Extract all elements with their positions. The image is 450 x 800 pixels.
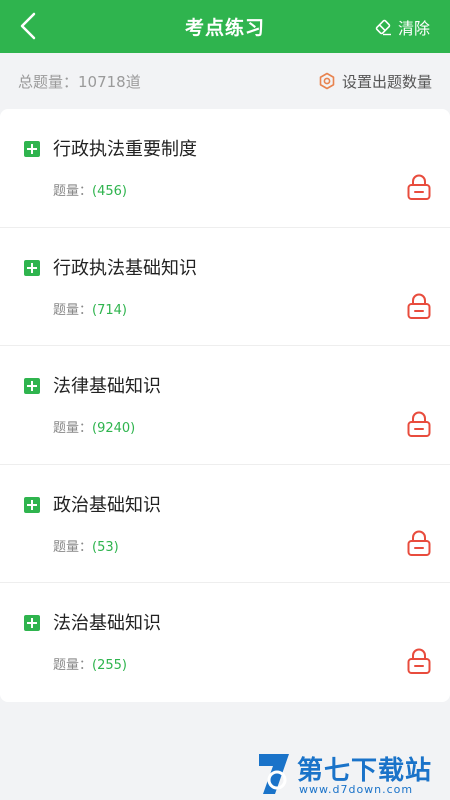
watermark: 第七下载站 www.d7down.com [255, 750, 445, 800]
watermark-url: www.d7down.com [299, 783, 414, 796]
lock-icon[interactable] [406, 529, 432, 557]
count-label: 题量： [53, 539, 93, 555]
plus-square-icon[interactable] [24, 378, 40, 395]
page-title: 考点练习 [184, 17, 265, 39]
topic-title: 政治基础知识 [53, 494, 161, 516]
topic-count: 题量：(255) [53, 654, 127, 673]
lock-icon[interactable] [406, 173, 432, 201]
list-item[interactable]: 法律基础知识 题量：(9240) [0, 346, 450, 465]
lock-icon[interactable] [406, 647, 432, 675]
count-value: (9240) [92, 421, 136, 437]
lock-icon[interactable] [406, 410, 432, 438]
lock-icon[interactable] [406, 292, 432, 320]
back-button[interactable] [12, 10, 44, 42]
topic-title: 行政执法基础知识 [53, 257, 197, 279]
count-value: (53) [92, 539, 119, 555]
back-arrow-icon [20, 12, 36, 40]
topic-title: 法治基础知识 [53, 613, 161, 635]
eraser-icon [375, 19, 391, 36]
topic-count: 题量：(9240) [53, 417, 135, 436]
count-value: (456) [92, 184, 127, 199]
clear-button[interactable]: 清除 [374, 14, 430, 40]
count-label: 题量： [53, 658, 93, 674]
plus-square-icon[interactable] [24, 141, 40, 157]
clear-label: 清除 [397, 19, 430, 38]
settings-label: 设置出题数量 [341, 72, 432, 91]
count-label: 题量： [53, 302, 93, 318]
summary-bar: 总题量：10718道 设置出题数量 [0, 53, 450, 109]
list-item[interactable]: 行政执法重要制度 题量：(456) [0, 109, 450, 228]
topic-count: 题量：(456) [53, 180, 127, 199]
list-item[interactable]: 行政执法基础知识 题量：(714) [0, 228, 450, 347]
topic-list: 行政执法重要制度 题量：(456) 行政执法基础知识 题量：(714) 法律基础… [0, 109, 450, 702]
topic-count: 题量：(714) [53, 299, 127, 318]
set-question-count-button[interactable]: 设置出题数量 [318, 71, 432, 92]
plus-square-icon[interactable] [24, 615, 40, 632]
total-question-count: 总题量：10718道 [18, 72, 141, 91]
list-item[interactable]: 法治基础知识 题量：(255) [0, 583, 450, 702]
count-label: 题量： [53, 184, 93, 199]
plus-square-icon[interactable] [24, 496, 40, 513]
count-label: 题量： [53, 421, 93, 437]
topic-title: 行政执法重要制度 [53, 139, 197, 160]
topic-title: 法律基础知识 [53, 376, 161, 398]
plus-square-icon[interactable] [24, 259, 40, 276]
list-item[interactable]: 政治基础知识 题量：(53) [0, 465, 450, 584]
topic-count: 题量：(53) [53, 536, 119, 555]
watermark-brand: 第七下载站 [297, 756, 433, 786]
count-value: (714) [92, 302, 127, 318]
count-value: (255) [92, 658, 127, 674]
watermark-logo-icon [259, 754, 289, 794]
gear-icon [319, 72, 335, 90]
header: 考点练习 清除 [0, 0, 450, 53]
